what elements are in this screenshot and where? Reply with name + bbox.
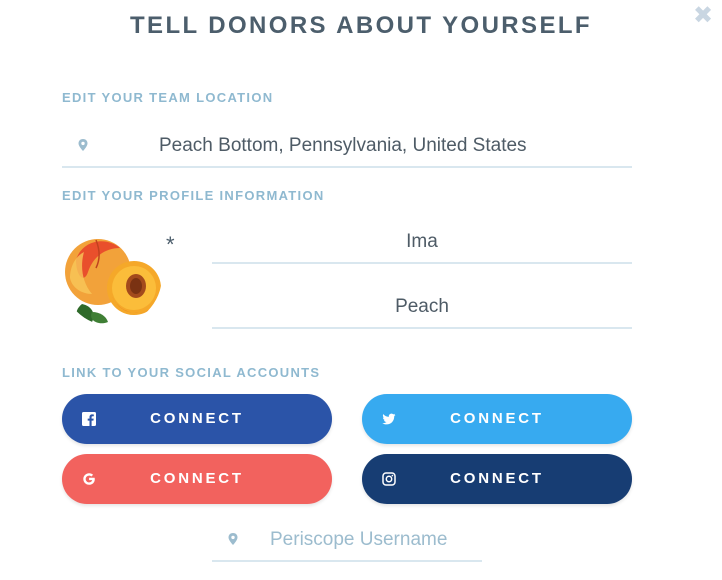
facebook-connect-button[interactable]: CONNECT bbox=[62, 394, 332, 444]
twitter-connect-label: CONNECT bbox=[450, 410, 544, 427]
periscope-username-field[interactable]: Periscope Username bbox=[212, 522, 482, 562]
instagram-connect-button[interactable]: CONNECT bbox=[362, 454, 632, 504]
periscope-username-placeholder: Periscope Username bbox=[270, 529, 448, 550]
facebook-connect-label: CONNECT bbox=[150, 410, 244, 427]
first-name-field[interactable]: Ima bbox=[212, 224, 632, 264]
first-name-value: Ima bbox=[406, 231, 438, 252]
map-pin-icon bbox=[76, 138, 90, 154]
map-pin-icon bbox=[226, 532, 240, 548]
modal-title: TELL DONORS ABOUT YOURSELF bbox=[130, 12, 592, 39]
google-connect-button[interactable]: CONNECT bbox=[62, 454, 332, 504]
instagram-connect-label: CONNECT bbox=[450, 470, 544, 487]
last-name-field[interactable]: Peach bbox=[212, 289, 632, 329]
team-location-value: Peach Bottom, Pennsylvania, United State… bbox=[159, 135, 527, 156]
peach-avatar[interactable] bbox=[62, 226, 162, 326]
profile-info-label: EDIT YOUR PROFILE INFORMATION bbox=[62, 188, 325, 203]
last-name-value: Peach bbox=[395, 296, 449, 317]
required-marker: * bbox=[166, 232, 175, 257]
twitter-connect-button[interactable]: CONNECT bbox=[362, 394, 632, 444]
team-location-label: EDIT YOUR TEAM LOCATION bbox=[62, 90, 274, 105]
profile-modal: ✖ TELL DONORS ABOUT YOURSELF EDIT YOUR T… bbox=[0, 0, 722, 580]
google-connect-label: CONNECT bbox=[150, 470, 244, 487]
team-location-field[interactable]: Peach Bottom, Pennsylvania, United State… bbox=[62, 128, 632, 168]
social-accounts-label: LINK TO YOUR SOCIAL ACCOUNTS bbox=[62, 365, 321, 380]
